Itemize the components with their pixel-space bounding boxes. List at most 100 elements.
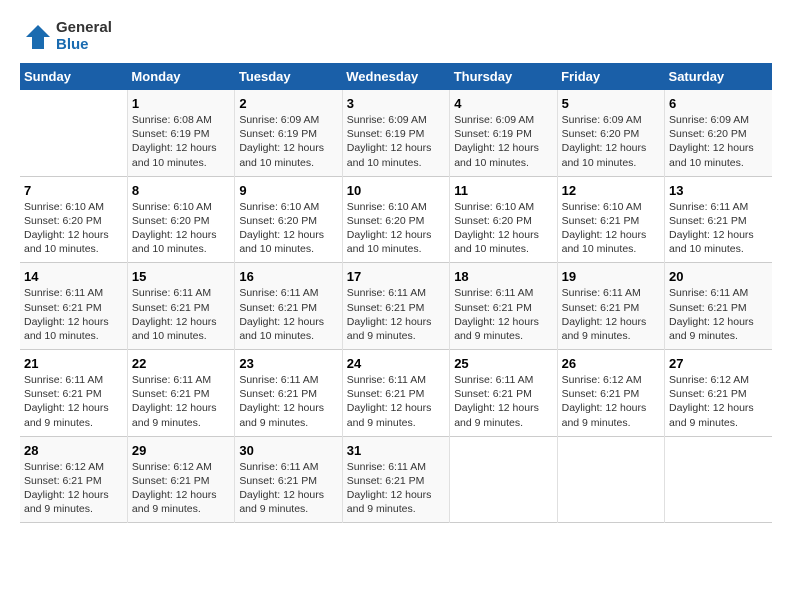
- calendar-cell: 13 Sunrise: 6:11 AMSunset: 6:21 PMDayligh…: [665, 176, 772, 263]
- day-info: Sunrise: 6:09 AMSunset: 6:19 PMDaylight:…: [454, 113, 552, 170]
- day-number: 5: [562, 96, 660, 111]
- day-number: 29: [132, 443, 230, 458]
- calendar-cell: 27 Sunrise: 6:12 AMSunset: 6:21 PMDayligh…: [665, 350, 772, 437]
- day-info: Sunrise: 6:10 AMSunset: 6:20 PMDaylight:…: [24, 200, 123, 257]
- logo-blue: Blue: [56, 37, 112, 54]
- page-header: General Blue: [20, 20, 772, 53]
- calendar-cell: 1Sunrise: 6:08 AMSunset: 6:19 PMDaylight…: [127, 90, 234, 176]
- day-number: 7: [24, 183, 123, 198]
- day-number: 10: [347, 183, 445, 198]
- day-number: 11: [454, 183, 552, 198]
- week-row-3: 14 Sunrise: 6:11 AMSunset: 6:21 PMDayligh…: [20, 263, 772, 350]
- day-info: Sunrise: 6:11 AMSunset: 6:21 PMDaylight:…: [669, 200, 768, 257]
- calendar-cell: 18Sunrise: 6:11 AMSunset: 6:21 PMDayligh…: [450, 263, 557, 350]
- calendar-cell: 19Sunrise: 6:11 AMSunset: 6:21 PMDayligh…: [557, 263, 664, 350]
- calendar-cell: [557, 436, 664, 523]
- day-number: 21: [24, 356, 123, 371]
- day-info: Sunrise: 6:10 AMSunset: 6:20 PMDaylight:…: [347, 200, 445, 257]
- day-number: 13: [669, 183, 768, 198]
- day-info: Sunrise: 6:11 AMSunset: 6:21 PMDaylight:…: [132, 373, 230, 430]
- header-day-monday: Monday: [127, 63, 234, 90]
- calendar-cell: 10 Sunrise: 6:10 AMSunset: 6:20 PMDayligh…: [342, 176, 449, 263]
- day-info: Sunrise: 6:11 AMSunset: 6:21 PMDaylight:…: [239, 286, 337, 343]
- calendar-cell: 25 Sunrise: 6:11 AMSunset: 6:21 PMDayligh…: [450, 350, 557, 437]
- day-number: 14: [24, 269, 123, 284]
- logo-general: General: [56, 20, 112, 37]
- day-info: Sunrise: 6:11 AMSunset: 6:21 PMDaylight:…: [454, 373, 552, 430]
- calendar-cell: 31Sunrise: 6:11 AMSunset: 6:21 PMDayligh…: [342, 436, 449, 523]
- day-number: 30: [239, 443, 337, 458]
- header-day-sunday: Sunday: [20, 63, 127, 90]
- calendar-cell: 14 Sunrise: 6:11 AMSunset: 6:21 PMDayligh…: [20, 263, 127, 350]
- day-number: 20: [669, 269, 768, 284]
- day-number: 9: [239, 183, 337, 198]
- day-number: 18: [454, 269, 552, 284]
- day-number: 25: [454, 356, 552, 371]
- day-info: Sunrise: 6:11 AMSunset: 6:21 PMDaylight:…: [347, 286, 445, 343]
- calendar-cell: 23 Sunrise: 6:11 AMSunset: 6:21 PMDayligh…: [235, 350, 342, 437]
- calendar-cell: [450, 436, 557, 523]
- day-info: Sunrise: 6:11 AMSunset: 6:21 PMDaylight:…: [669, 286, 768, 343]
- day-number: 26: [562, 356, 660, 371]
- calendar-cell: 5 Sunrise: 6:09 AMSunset: 6:20 PMDaylight…: [557, 90, 664, 176]
- day-info: Sunrise: 6:11 AMSunset: 6:21 PMDaylight:…: [24, 286, 123, 343]
- day-info: Sunrise: 6:11 AMSunset: 6:21 PMDaylight:…: [347, 460, 445, 517]
- calendar-cell: 17 Sunrise: 6:11 AMSunset: 6:21 PMDayligh…: [342, 263, 449, 350]
- header-day-friday: Friday: [557, 63, 664, 90]
- day-number: 24: [347, 356, 445, 371]
- day-number: 15: [132, 269, 230, 284]
- day-number: 2: [239, 96, 337, 111]
- calendar-cell: 2Sunrise: 6:09 AMSunset: 6:19 PMDaylight…: [235, 90, 342, 176]
- calendar-cell: 4Sunrise: 6:09 AMSunset: 6:19 PMDaylight…: [450, 90, 557, 176]
- day-number: 6: [669, 96, 768, 111]
- calendar-cell: 22 Sunrise: 6:11 AMSunset: 6:21 PMDayligh…: [127, 350, 234, 437]
- week-row-5: 28Sunrise: 6:12 AMSunset: 6:21 PMDayligh…: [20, 436, 772, 523]
- calendar-cell: 11 Sunrise: 6:10 AMSunset: 6:20 PMDayligh…: [450, 176, 557, 263]
- day-number: 17: [347, 269, 445, 284]
- day-number: 19: [562, 269, 660, 284]
- day-info: Sunrise: 6:10 AMSunset: 6:20 PMDaylight:…: [454, 200, 552, 257]
- day-info: Sunrise: 6:10 AMSunset: 6:20 PMDaylight:…: [132, 200, 230, 257]
- logo-container: General Blue: [20, 20, 112, 53]
- day-info: Sunrise: 6:11 AMSunset: 6:21 PMDaylight:…: [239, 373, 337, 430]
- header-day-saturday: Saturday: [665, 63, 772, 90]
- calendar-cell: [20, 90, 127, 176]
- day-info: Sunrise: 6:10 AMSunset: 6:20 PMDaylight:…: [239, 200, 337, 257]
- day-info: Sunrise: 6:11 AMSunset: 6:21 PMDaylight:…: [132, 286, 230, 343]
- day-info: Sunrise: 6:11 AMSunset: 6:21 PMDaylight:…: [239, 460, 337, 517]
- day-number: 16: [239, 269, 337, 284]
- calendar-cell: 29Sunrise: 6:12 AMSunset: 6:21 PMDayligh…: [127, 436, 234, 523]
- day-info: Sunrise: 6:11 AMSunset: 6:21 PMDaylight:…: [347, 373, 445, 430]
- calendar-cell: 8 Sunrise: 6:10 AMSunset: 6:20 PMDaylight…: [127, 176, 234, 263]
- calendar-table: SundayMondayTuesdayWednesdayThursdayFrid…: [20, 63, 772, 523]
- calendar-cell: 20 Sunrise: 6:11 AMSunset: 6:21 PMDayligh…: [665, 263, 772, 350]
- header-day-thursday: Thursday: [450, 63, 557, 90]
- header-row: SundayMondayTuesdayWednesdayThursdayFrid…: [20, 63, 772, 90]
- day-number: 12: [562, 183, 660, 198]
- day-info: Sunrise: 6:12 AMSunset: 6:21 PMDaylight:…: [24, 460, 123, 517]
- calendar-cell: [665, 436, 772, 523]
- day-number: 22: [132, 356, 230, 371]
- calendar-cell: 12 Sunrise: 6:10 AMSunset: 6:21 PMDayligh…: [557, 176, 664, 263]
- week-row-1: 1Sunrise: 6:08 AMSunset: 6:19 PMDaylight…: [20, 90, 772, 176]
- day-number: 23: [239, 356, 337, 371]
- calendar-cell: 7 Sunrise: 6:10 AMSunset: 6:20 PMDaylight…: [20, 176, 127, 263]
- day-number: 27: [669, 356, 768, 371]
- week-row-4: 21 Sunrise: 6:11 AMSunset: 6:21 PMDayligh…: [20, 350, 772, 437]
- day-info: Sunrise: 6:12 AMSunset: 6:21 PMDaylight:…: [669, 373, 768, 430]
- calendar-cell: 3Sunrise: 6:09 AMSunset: 6:19 PMDaylight…: [342, 90, 449, 176]
- header-day-wednesday: Wednesday: [342, 63, 449, 90]
- day-info: Sunrise: 6:09 AMSunset: 6:20 PMDaylight:…: [562, 113, 660, 170]
- week-row-2: 7 Sunrise: 6:10 AMSunset: 6:20 PMDaylight…: [20, 176, 772, 263]
- calendar-cell: 15 Sunrise: 6:11 AMSunset: 6:21 PMDayligh…: [127, 263, 234, 350]
- calendar-cell: 24 Sunrise: 6:11 AMSunset: 6:21 PMDayligh…: [342, 350, 449, 437]
- day-info: Sunrise: 6:09 AMSunset: 6:20 PMDaylight:…: [669, 113, 768, 170]
- calendar-cell: 26 Sunrise: 6:12 AMSunset: 6:21 PMDayligh…: [557, 350, 664, 437]
- calendar-cell: 28Sunrise: 6:12 AMSunset: 6:21 PMDayligh…: [20, 436, 127, 523]
- header-day-tuesday: Tuesday: [235, 63, 342, 90]
- day-number: 8: [132, 183, 230, 198]
- day-info: Sunrise: 6:11 AMSunset: 6:21 PMDaylight:…: [24, 373, 123, 430]
- calendar-cell: 6 Sunrise: 6:09 AMSunset: 6:20 PMDaylight…: [665, 90, 772, 176]
- day-info: Sunrise: 6:12 AMSunset: 6:21 PMDaylight:…: [562, 373, 660, 430]
- day-info: Sunrise: 6:10 AMSunset: 6:21 PMDaylight:…: [562, 200, 660, 257]
